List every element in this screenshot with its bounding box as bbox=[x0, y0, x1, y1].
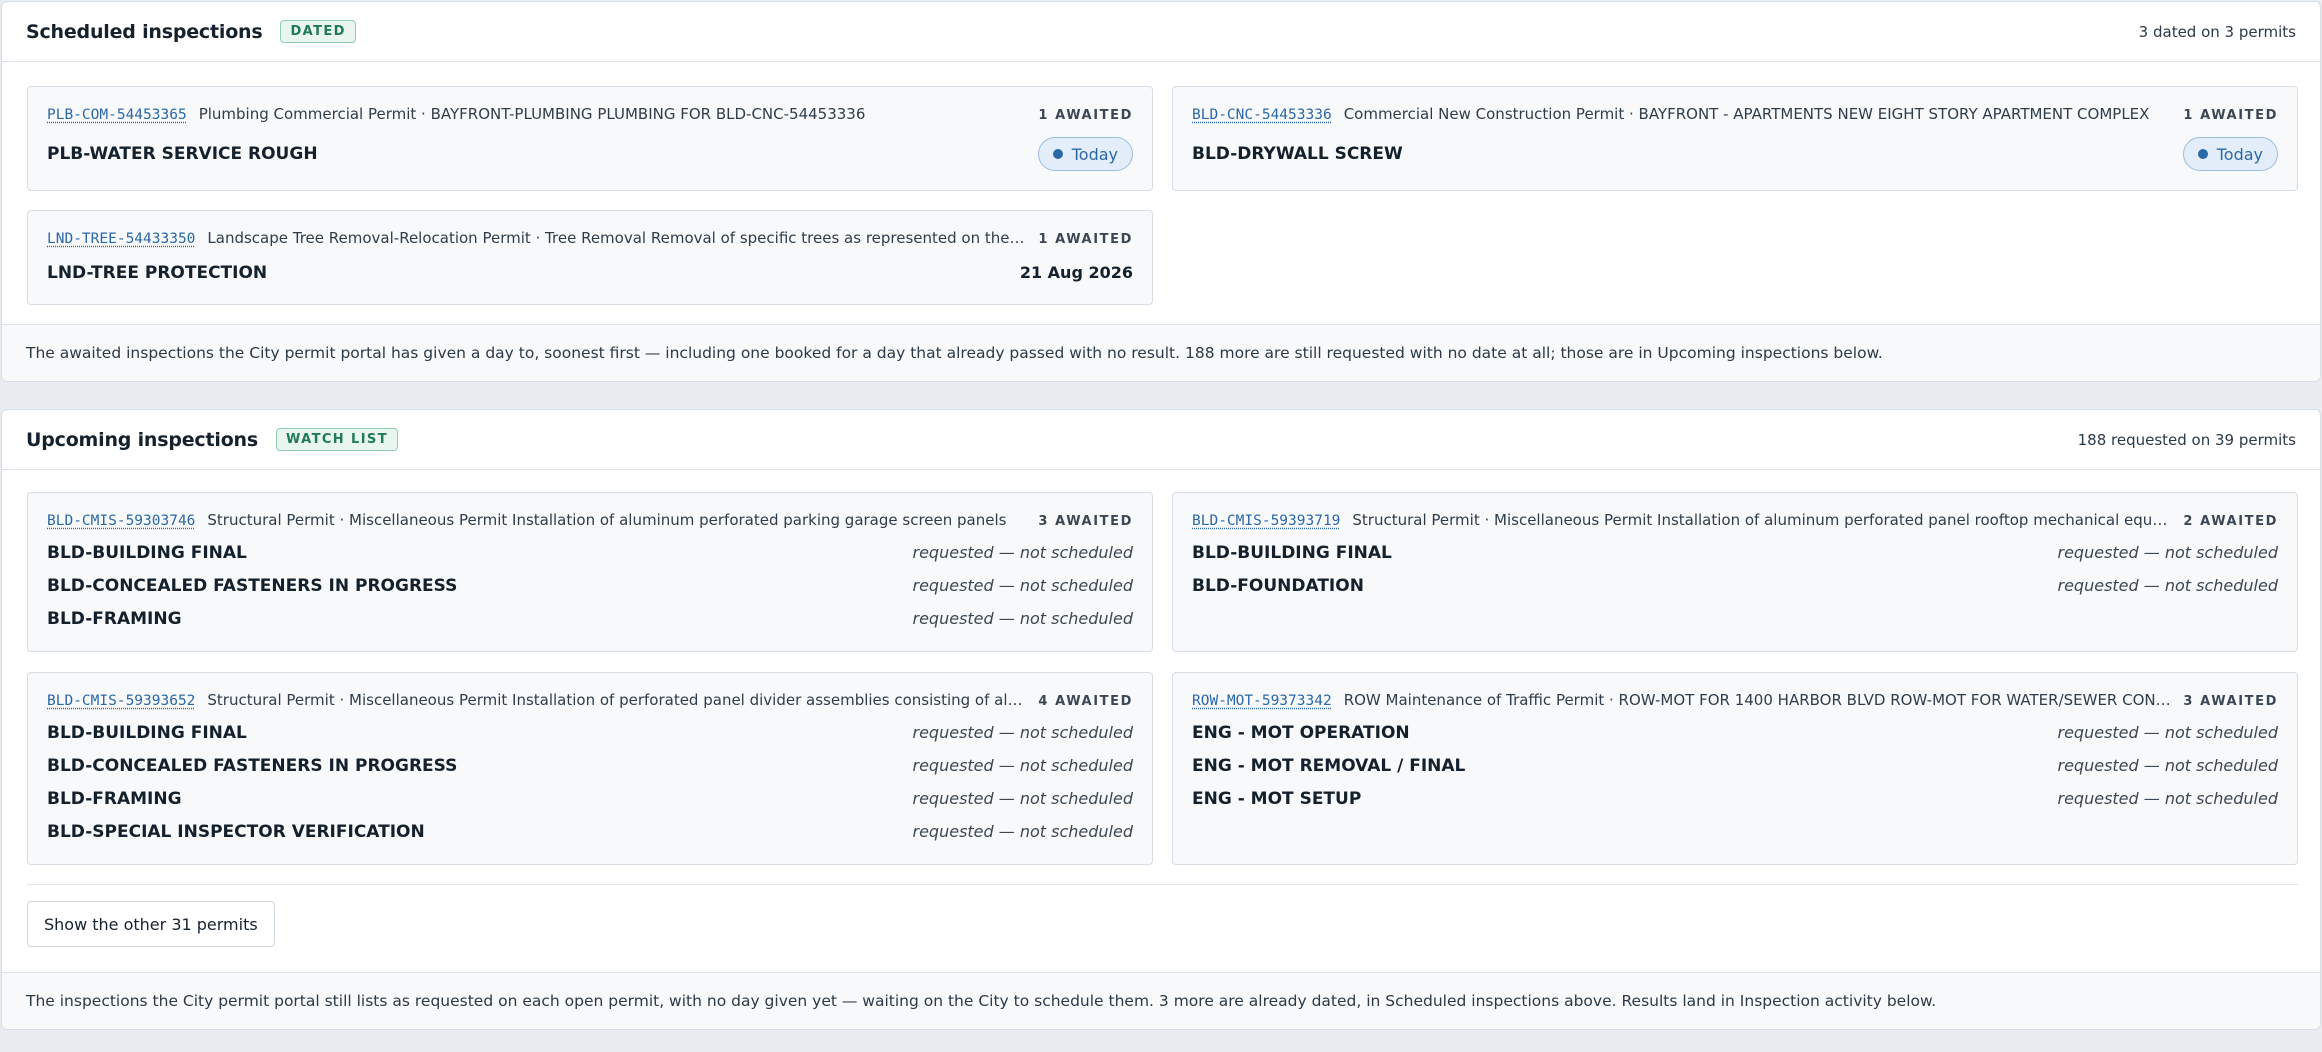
inspection-name: BLD-CONCEALED FASTENERS IN PROGRESS bbox=[47, 575, 458, 596]
inspection-name: LND-TREE PROTECTION bbox=[47, 262, 268, 283]
inspection-status: requested — not scheduled bbox=[912, 723, 1134, 742]
inspection-name: BLD-FRAMING bbox=[47, 788, 182, 809]
permit-card-header: BLD-CNC-54453336 Commercial New Construc… bbox=[1192, 105, 2278, 127]
inspection-row: ENG - MOT REMOVAL / FINAL requested — no… bbox=[1192, 749, 2278, 782]
awaited-count: 3 AWAITED bbox=[1038, 514, 1133, 529]
permit-description: ROW Maintenance of Traffic Permit · ROW-… bbox=[1343, 691, 2172, 709]
inspection-row: BLD-CONCEALED FASTENERS IN PROGRESS requ… bbox=[47, 569, 1133, 602]
permit-card: ROW-MOT-59373342 ROW Maintenance of Traf… bbox=[1172, 672, 2298, 865]
permit-id-link[interactable]: ROW-MOT-59373342 bbox=[1192, 693, 1332, 709]
show-other-permits-button[interactable]: Show the other 31 permits bbox=[27, 901, 275, 947]
permit-card: BLD-CNC-54453336 Commercial New Construc… bbox=[1172, 86, 2298, 191]
today-label: Today bbox=[1071, 144, 1118, 164]
permit-id-link[interactable]: BLD-CMIS-59393652 bbox=[47, 693, 195, 709]
status-dot-icon bbox=[2197, 149, 2208, 159]
awaited-count: 1 AWAITED bbox=[1038, 108, 1133, 123]
awaited-count: 1 AWAITED bbox=[1038, 232, 1133, 247]
upcoming-panel-footer: The inspections the City permit portal s… bbox=[2, 972, 2320, 1029]
awaited-count: 3 AWAITED bbox=[2183, 694, 2278, 709]
inspection-name: BLD-FOUNDATION bbox=[1192, 575, 1364, 596]
inspection-name: ENG - MOT OPERATION bbox=[1192, 722, 1410, 743]
inspection-name: BLD-DRYWALL SCREW bbox=[1192, 144, 1403, 164]
permit-description: Structural Permit · Miscellaneous Permit… bbox=[207, 691, 1026, 709]
permit-id-link[interactable]: PLB-COM-54453365 bbox=[47, 107, 187, 123]
inspection-row: BLD-FRAMING requested — not scheduled bbox=[47, 782, 1133, 815]
permit-card-header: PLB-COM-54453365 Plumbing Commercial Per… bbox=[47, 105, 1133, 127]
inspection-name: BLD-BUILDING FINAL bbox=[47, 722, 247, 743]
inspection-row: BLD-CONCEALED FASTENERS IN PROGRESS requ… bbox=[47, 749, 1133, 782]
inspection-name: ENG - MOT SETUP bbox=[1192, 788, 1362, 809]
inspection-row: LND-TREE PROTECTION 21 Aug 2026 bbox=[47, 256, 1133, 289]
permit-card: BLD-CMIS-59393719 Structural Permit · Mi… bbox=[1172, 492, 2298, 652]
permit-card-header: BLD-CMIS-59393719 Structural Permit · Mi… bbox=[1192, 511, 2278, 533]
today-badge: Today bbox=[2182, 137, 2278, 171]
inspection-name: PLB-WATER SERVICE ROUGH bbox=[47, 144, 318, 164]
permit-card: BLD-CMIS-59303746 Structural Permit · Mi… bbox=[27, 492, 1153, 652]
scheduled-summary: 3 dated on 3 permits bbox=[2138, 22, 2296, 41]
inspection-name: BLD-CONCEALED FASTENERS IN PROGRESS bbox=[47, 755, 458, 776]
permit-card-header: LND-TREE-54433350 Landscape Tree Removal… bbox=[47, 229, 1133, 251]
scheduled-panel-title: Scheduled inspections bbox=[26, 20, 263, 43]
scheduled-panel-footer: The awaited inspections the City permit … bbox=[2, 324, 2320, 381]
inspection-status: requested — not scheduled bbox=[912, 789, 1134, 808]
permit-card-header: BLD-CMIS-59393652 Structural Permit · Mi… bbox=[47, 691, 1133, 713]
awaited-count: 1 AWAITED bbox=[2183, 108, 2278, 123]
inspection-status: requested — not scheduled bbox=[912, 543, 1134, 562]
inspection-row: BLD-DRYWALL SCREW Today bbox=[1192, 136, 2278, 172]
inspection-row: BLD-FRAMING requested — not scheduled bbox=[47, 602, 1133, 635]
permit-description: Structural Permit · Miscellaneous Permit… bbox=[207, 511, 1007, 529]
permit-id-link[interactable]: BLD-CNC-54453336 bbox=[1192, 107, 1332, 123]
permit-id-link[interactable]: BLD-CMIS-59303746 bbox=[47, 513, 195, 529]
upcoming-panel-title: Upcoming inspections bbox=[26, 428, 258, 451]
inspection-row: ENG - MOT SETUP requested — not schedule… bbox=[1192, 782, 2278, 815]
inspection-date: 21 Aug 2026 bbox=[1019, 263, 1133, 282]
upcoming-summary: 188 requested on 39 permits bbox=[2077, 430, 2296, 449]
inspection-name: BLD-BUILDING FINAL bbox=[47, 542, 247, 563]
permit-card: PLB-COM-54453365 Plumbing Commercial Per… bbox=[27, 86, 1153, 191]
inspection-row: BLD-BUILDING FINAL requested — not sched… bbox=[1192, 536, 2278, 569]
inspection-row: BLD-BUILDING FINAL requested — not sched… bbox=[47, 716, 1133, 749]
inspection-status: requested — not scheduled bbox=[912, 756, 1134, 775]
status-dot-icon bbox=[1052, 149, 1063, 159]
permit-description: Landscape Tree Removal-Relocation Permit… bbox=[207, 229, 1027, 247]
inspection-row: BLD-SPECIAL INSPECTOR VERIFICATION reque… bbox=[47, 815, 1133, 848]
inspection-row: ENG - MOT OPERATION requested — not sche… bbox=[1192, 716, 2278, 749]
inspection-status: requested — not scheduled bbox=[912, 609, 1134, 628]
inspection-status: requested — not scheduled bbox=[2057, 543, 2279, 562]
permit-card-header: BLD-CMIS-59303746 Structural Permit · Mi… bbox=[47, 511, 1133, 533]
section-divider bbox=[27, 884, 2298, 885]
inspection-status: requested — not scheduled bbox=[2057, 756, 2279, 775]
inspection-status: requested — not scheduled bbox=[2057, 576, 2279, 595]
inspection-status: requested — not scheduled bbox=[912, 822, 1134, 841]
awaited-count: 2 AWAITED bbox=[2183, 514, 2278, 529]
today-badge: Today bbox=[1037, 137, 1133, 171]
upcoming-inspections-panel: Upcoming inspections WATCH LIST 188 requ… bbox=[1, 409, 2321, 1030]
scheduled-inspections-panel: Scheduled inspections DATED 3 dated on 3… bbox=[1, 1, 2321, 382]
inspection-row: PLB-WATER SERVICE ROUGH Today bbox=[47, 136, 1133, 172]
permit-description: Plumbing Commercial Permit · BAYFRONT-PL… bbox=[198, 105, 866, 123]
inspection-name: BLD-SPECIAL INSPECTOR VERIFICATION bbox=[47, 821, 425, 842]
inspection-status: requested — not scheduled bbox=[2057, 789, 2279, 808]
inspection-row: BLD-FOUNDATION requested — not scheduled bbox=[1192, 569, 2278, 602]
awaited-count: 4 AWAITED bbox=[1038, 694, 1133, 709]
permit-description: Structural Permit · Miscellaneous Permit… bbox=[1352, 511, 2172, 529]
inspection-status: requested — not scheduled bbox=[912, 576, 1134, 595]
permit-card: BLD-CMIS-59393652 Structural Permit · Mi… bbox=[27, 672, 1153, 865]
inspection-status: requested — not scheduled bbox=[2057, 723, 2279, 742]
upcoming-panel-header: Upcoming inspections WATCH LIST 188 requ… bbox=[2, 410, 2320, 470]
inspection-name: ENG - MOT REMOVAL / FINAL bbox=[1192, 755, 1466, 776]
inspection-name: BLD-FRAMING bbox=[47, 608, 182, 629]
watch-list-badge: WATCH LIST bbox=[275, 428, 398, 451]
inspection-name: BLD-BUILDING FINAL bbox=[1192, 542, 1392, 563]
inspection-row: BLD-BUILDING FINAL requested — not sched… bbox=[47, 536, 1133, 569]
permit-description: Commercial New Construction Permit · BAY… bbox=[1343, 105, 2150, 123]
permit-card-header: ROW-MOT-59373342 ROW Maintenance of Traf… bbox=[1192, 691, 2278, 713]
scheduled-panel-header: Scheduled inspections DATED 3 dated on 3… bbox=[2, 2, 2320, 62]
today-label: Today bbox=[2216, 144, 2263, 164]
permit-id-link[interactable]: BLD-CMIS-59393719 bbox=[1192, 513, 1340, 529]
permit-id-link[interactable]: LND-TREE-54433350 bbox=[47, 231, 195, 247]
permit-card: LND-TREE-54433350 Landscape Tree Removal… bbox=[27, 210, 1153, 305]
dated-badge: DATED bbox=[280, 20, 356, 43]
